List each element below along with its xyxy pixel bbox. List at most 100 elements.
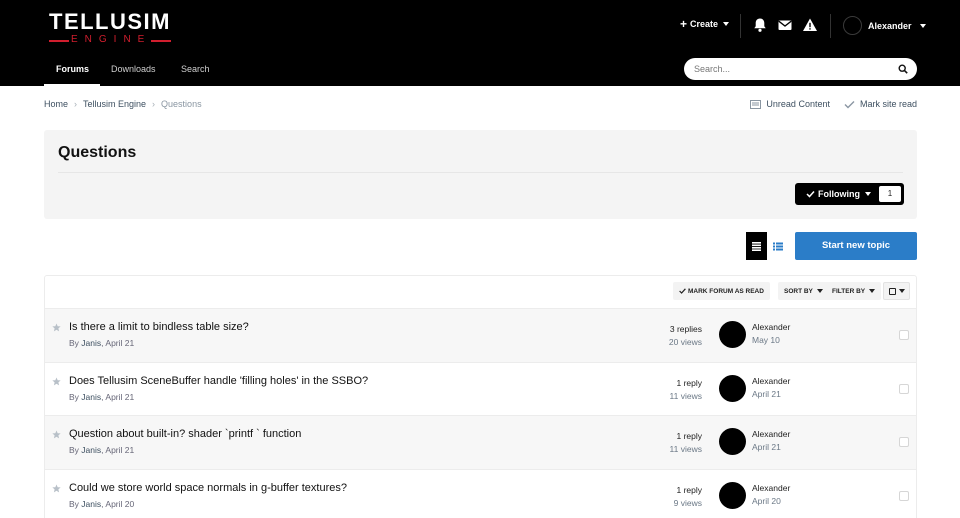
caret-down-icon bbox=[816, 289, 823, 293]
topic-date: April 21 bbox=[105, 338, 135, 348]
nav-forums[interactable]: Forums bbox=[56, 64, 89, 74]
avatar[interactable] bbox=[719, 428, 746, 455]
logo-line-left bbox=[49, 40, 69, 42]
divider bbox=[740, 14, 741, 38]
topic-row[interactable]: Is there a limit to bindless table size?… bbox=[45, 309, 916, 363]
star-icon[interactable] bbox=[52, 376, 61, 386]
reply-count: 1 reply bbox=[676, 377, 702, 388]
topic-row[interactable]: Question about built-in? shader `printf … bbox=[45, 416, 916, 470]
row-checkbox[interactable] bbox=[899, 437, 909, 447]
nav-active-indicator bbox=[44, 84, 100, 86]
topic-author[interactable]: Janis bbox=[81, 499, 101, 509]
caret-down-icon bbox=[869, 289, 876, 293]
topic-stats: 1 reply 11 views bbox=[670, 430, 702, 456]
check-icon bbox=[844, 100, 855, 108]
caret-down-icon bbox=[865, 192, 871, 196]
last-post-date[interactable]: April 20 bbox=[752, 496, 781, 506]
nav-downloads[interactable]: Downloads bbox=[111, 64, 156, 74]
sort-by-button[interactable]: SORT BY bbox=[778, 282, 829, 300]
breadcrumb-current: Questions bbox=[161, 99, 202, 109]
topic-title[interactable]: Question about built-in? shader `printf … bbox=[69, 428, 301, 440]
breadcrumb: Home › Tellusim Engine › Questions bbox=[44, 99, 202, 109]
table-view-button[interactable] bbox=[746, 232, 767, 260]
sort-by-label: SORT BY bbox=[784, 287, 813, 295]
topic-title[interactable]: Could we store world space normals in g-… bbox=[69, 482, 347, 494]
mark-forum-read-label: MARK FORUM AS READ bbox=[688, 287, 764, 295]
last-post-date[interactable]: May 10 bbox=[752, 335, 780, 345]
last-post-date[interactable]: April 21 bbox=[752, 442, 781, 452]
last-poster-name[interactable]: Alexander bbox=[752, 429, 790, 439]
by-label: By bbox=[69, 498, 79, 509]
by-label: By bbox=[69, 445, 79, 455]
nav-search[interactable]: Search bbox=[181, 64, 210, 74]
filter-by-button[interactable]: FILTER BY bbox=[826, 282, 882, 300]
start-new-topic-button[interactable]: Start new topic bbox=[795, 232, 917, 260]
search-input[interactable] bbox=[694, 62, 884, 76]
topic-meta: By Janis, April 21 bbox=[69, 445, 135, 455]
bell-icon[interactable] bbox=[752, 17, 768, 33]
list-view-button[interactable] bbox=[767, 232, 788, 260]
topic-title[interactable]: Is there a limit to bindless table size? bbox=[69, 321, 249, 333]
select-all-button[interactable] bbox=[883, 282, 910, 300]
chevron-right-icon: › bbox=[74, 99, 78, 109]
plus-icon: + bbox=[680, 17, 688, 31]
topic-author[interactable]: Janis bbox=[81, 338, 101, 348]
star-icon[interactable] bbox=[52, 483, 61, 493]
last-poster-name[interactable]: Alexander bbox=[752, 483, 790, 493]
create-menu-button[interactable]: + Create bbox=[680, 17, 730, 31]
warning-icon[interactable] bbox=[802, 17, 818, 33]
star-icon[interactable] bbox=[52, 323, 61, 332]
page-header: Questions Following 1 bbox=[44, 130, 917, 219]
row-checkbox[interactable] bbox=[899, 383, 909, 394]
user-name: Alexander bbox=[868, 20, 912, 31]
last-post-date[interactable]: April 21 bbox=[752, 389, 781, 399]
row-checkbox[interactable] bbox=[899, 490, 909, 501]
user-bar: + Create Alexander bbox=[0, 14, 960, 38]
chevron-right-icon: › bbox=[152, 99, 156, 109]
topic-date: April 21 bbox=[105, 391, 135, 402]
divider bbox=[830, 14, 831, 38]
by-label: By bbox=[69, 338, 79, 348]
topic-author[interactable]: Janis bbox=[81, 392, 101, 402]
avatar[interactable] bbox=[719, 481, 746, 509]
star-icon[interactable] bbox=[52, 430, 61, 439]
view-toggle bbox=[746, 232, 788, 260]
row-checkbox[interactable] bbox=[899, 330, 909, 340]
topic-author[interactable]: Janis bbox=[81, 445, 101, 455]
newspaper-icon bbox=[750, 99, 762, 109]
avatar[interactable] bbox=[719, 321, 746, 348]
reply-count: 1 reply bbox=[676, 431, 702, 441]
checkbox-icon bbox=[888, 287, 896, 295]
follower-count[interactable]: 1 bbox=[879, 186, 901, 202]
breadcrumb-home[interactable]: Home bbox=[44, 99, 68, 109]
breadcrumb-tellusim-engine[interactable]: Tellusim Engine bbox=[83, 99, 146, 109]
following-button[interactable]: Following bbox=[795, 189, 877, 199]
topic-meta: By Janis, April 20 bbox=[69, 498, 135, 509]
topic-list: MARK FORUM AS READ SORT BY FILTER BY Is … bbox=[44, 275, 917, 518]
topic-stats: 3 replies 20 views bbox=[669, 323, 702, 349]
avatar[interactable] bbox=[719, 374, 746, 402]
last-poster-name[interactable]: Alexander bbox=[752, 322, 790, 332]
divider bbox=[58, 172, 903, 173]
topic-date: April 20 bbox=[105, 498, 135, 509]
mark-forum-read-button[interactable]: MARK FORUM AS READ bbox=[673, 282, 770, 300]
reply-count: 3 replies bbox=[669, 324, 702, 334]
search-icon[interactable] bbox=[898, 64, 908, 74]
view-count: 11 views bbox=[669, 390, 702, 401]
topic-meta: By Janis, April 21 bbox=[69, 338, 135, 348]
envelope-icon[interactable] bbox=[777, 17, 793, 33]
check-icon bbox=[806, 190, 815, 198]
view-count: 11 views bbox=[669, 444, 702, 454]
last-poster-name[interactable]: Alexander bbox=[752, 376, 790, 386]
search-box bbox=[684, 58, 917, 80]
user-menu[interactable]: Alexander bbox=[843, 16, 926, 35]
mark-site-read-link[interactable]: Mark site read bbox=[844, 99, 917, 109]
unread-content-link[interactable]: Unread Content bbox=[750, 99, 830, 109]
topic-row[interactable]: Could we store world space normals in g-… bbox=[45, 470, 916, 518]
page-title: Questions bbox=[58, 144, 137, 161]
topic-row[interactable]: Does Tellusim SceneBuffer handle 'fillin… bbox=[45, 363, 916, 416]
check-icon bbox=[679, 288, 686, 294]
topic-title[interactable]: Does Tellusim SceneBuffer handle 'fillin… bbox=[69, 375, 368, 387]
topic-stats: 1 reply 9 views bbox=[674, 484, 702, 510]
logo-line-right bbox=[151, 40, 171, 42]
